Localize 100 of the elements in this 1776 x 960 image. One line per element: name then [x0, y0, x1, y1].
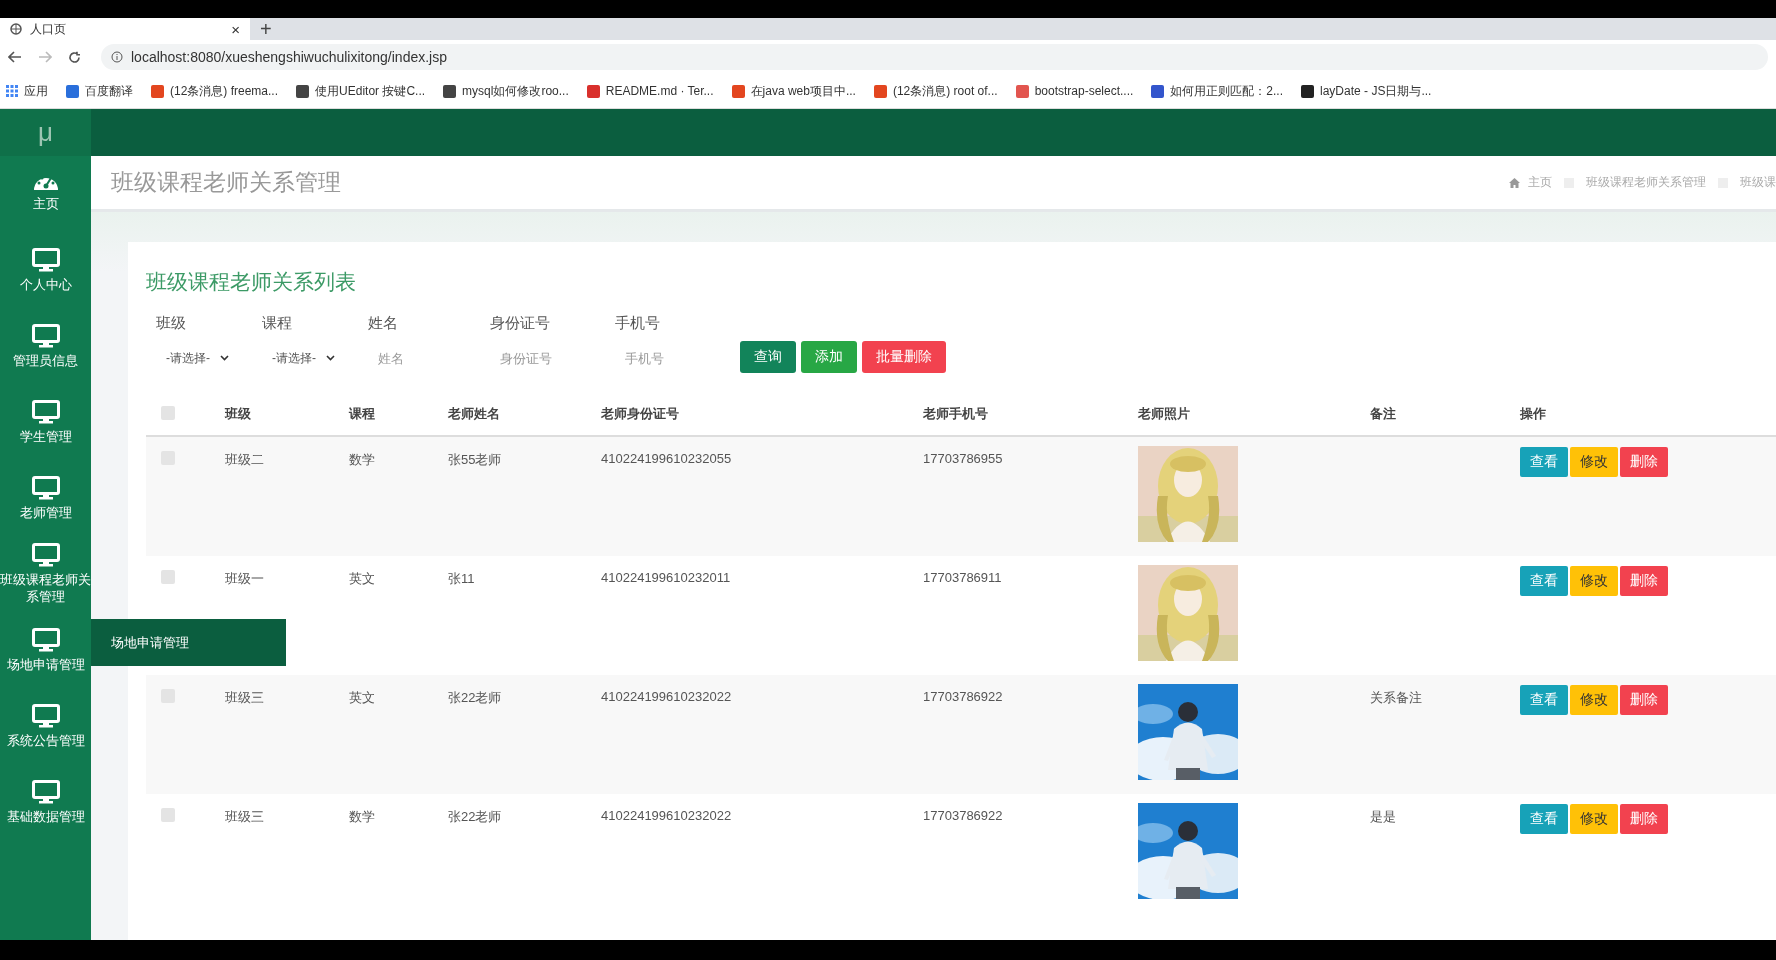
monitor-icon	[31, 543, 60, 567]
table-cell: 是是	[1370, 809, 1396, 824]
filter-label: 班级	[156, 314, 187, 333]
table-cell: 17703786922	[923, 689, 1003, 704]
sidebar-item[interactable]: 班级课程老师关系管理	[0, 536, 91, 612]
table-cell: 张11	[448, 571, 475, 586]
column-header: 老师照片	[1137, 405, 1191, 423]
search-button[interactable]: 查询	[740, 341, 796, 373]
chevron-down-icon	[326, 355, 335, 361]
column-header: 班级	[223, 405, 252, 423]
address-field[interactable]: localhost:8080/xueshengshiwuchulixitong/index.jsp	[101, 44, 1768, 70]
table-cell: 17703786955	[923, 451, 1003, 466]
table-cell: 张22老师	[448, 690, 502, 705]
edit-button[interactable]: 修改	[1570, 685, 1618, 715]
table-cell: 17703786911	[923, 570, 1002, 585]
edit-button[interactable]: 修改	[1570, 566, 1618, 596]
table-cell: 班级三	[225, 809, 264, 824]
page-title: 班级课程老师关系管理	[111, 168, 341, 197]
table-cell: 班级一	[225, 571, 264, 586]
delete-button[interactable]: 删除	[1620, 566, 1668, 596]
card-title: 班级课程老师关系列表	[146, 269, 357, 295]
sidebar-item[interactable]: 场地申请管理	[0, 612, 91, 688]
table-cell: 班级三	[225, 690, 264, 705]
sidebar-item[interactable]: 学生管理	[0, 384, 91, 460]
table-cell: 数学	[349, 809, 375, 824]
column-header: 老师身份证号	[600, 405, 680, 423]
table-cell: 410224199610232022	[601, 689, 732, 704]
column-header: 老师手机号	[922, 405, 989, 423]
filter-label: 身份证号	[490, 314, 551, 333]
delete-button[interactable]: 删除	[1620, 447, 1668, 477]
table-cell: 班级二	[225, 452, 264, 467]
home-icon	[1509, 177, 1520, 188]
reload-icon[interactable]	[68, 50, 81, 64]
delete-button[interactable]: 批量删除	[862, 341, 946, 373]
forward-icon[interactable]	[38, 51, 52, 63]
sidebar-item[interactable]: 个人中心	[0, 232, 91, 308]
table-cell: 英文	[349, 690, 375, 705]
checkbox[interactable]	[161, 405, 175, 420]
monitor-icon	[31, 627, 60, 652]
bookmark-item[interactable]: mysql如何修改roo...	[443, 82, 569, 100]
bookmark-item[interactable]: README.md · Ter...	[586, 84, 714, 98]
bookmark-item[interactable]: 如何用正则匹配：2...	[1151, 82, 1284, 100]
view-button[interactable]: 查看	[1520, 566, 1568, 596]
bookmark-item[interactable]: 应用	[6, 82, 48, 100]
edit-button[interactable]: 修改	[1570, 447, 1618, 477]
monitor-icon	[31, 247, 60, 272]
close-tab-button[interactable]: ×	[231, 20, 240, 38]
table-cell: 410224199610232022	[601, 808, 732, 823]
monitor-icon	[31, 475, 60, 500]
globe-icon	[10, 23, 22, 35]
column-header: 老师姓名	[447, 405, 501, 423]
sidebar-item[interactable]: 管理员信息	[0, 308, 91, 384]
monitor-icon	[31, 399, 60, 424]
table-cell: 张22老师	[448, 809, 502, 824]
tab-title: 人口页	[30, 20, 67, 38]
filter-label: 手机号	[615, 314, 661, 333]
table-cell: 英文	[349, 571, 375, 586]
new-tab-button[interactable]: +	[250, 18, 282, 40]
edit-button[interactable]: 修改	[1570, 804, 1618, 834]
delete-button[interactable]: 删除	[1620, 804, 1668, 834]
sidebar-item[interactable]: 主页	[0, 156, 91, 232]
sidebar-item[interactable]: 基础数据管理	[0, 764, 91, 840]
select-field[interactable]: -请选择-	[262, 343, 358, 373]
menu-tooltip: 场地申请管理	[91, 619, 286, 666]
table-cell: 关系备注	[1370, 690, 1422, 705]
table-cell: 张55老师	[448, 452, 502, 467]
table-cell: 410224199610232011	[601, 570, 731, 585]
column-header: 操作	[1519, 405, 1547, 423]
view-button[interactable]: 查看	[1520, 685, 1568, 715]
bookmark-item[interactable]: layDate - JS日期与...	[1301, 82, 1432, 100]
chevron-down-icon	[220, 355, 229, 361]
browser-tab[interactable]: 人口页 ×	[0, 18, 250, 40]
monitor-icon	[31, 703, 60, 728]
table-cell: 17703786922	[923, 808, 1003, 823]
table-cell: 410224199610232055	[601, 451, 732, 466]
select-field[interactable]: -请选择-	[156, 343, 252, 373]
bookmark-item[interactable]: bootstrap-select....	[1015, 84, 1134, 98]
view-button[interactable]: 查看	[1520, 447, 1568, 477]
bookmark-item[interactable]: (12条消息) freema...	[151, 82, 279, 100]
checkbox[interactable]	[161, 808, 175, 822]
bookmark-item[interactable]: (12条消息) root of...	[873, 82, 998, 100]
delete-button[interactable]: 删除	[1620, 685, 1668, 715]
checkbox[interactable]	[161, 570, 175, 584]
info-icon	[111, 51, 123, 63]
table-cell: 数学	[349, 452, 375, 467]
bookmark-item[interactable]: 在java web项目中...	[731, 82, 856, 100]
column-header: 备注	[1369, 405, 1397, 423]
back-icon[interactable]	[8, 51, 22, 63]
filter-label: 姓名	[368, 314, 399, 333]
view-button[interactable]: 查看	[1520, 804, 1568, 834]
sidebar-item[interactable]: 系统公告管理	[0, 688, 91, 764]
monitor-icon	[31, 323, 60, 348]
dashboard-icon	[32, 176, 59, 191]
sidebar-item[interactable]: 老师管理	[0, 460, 91, 536]
filter-label: 课程	[262, 314, 293, 333]
bookmark-item[interactable]: 使用UEditor 按键C...	[296, 82, 426, 100]
column-header: 课程	[347, 405, 376, 423]
add-button[interactable]: 添加	[801, 341, 857, 373]
logo: μ	[0, 109, 91, 156]
bookmark-item[interactable]: 百度翻译	[66, 82, 133, 100]
